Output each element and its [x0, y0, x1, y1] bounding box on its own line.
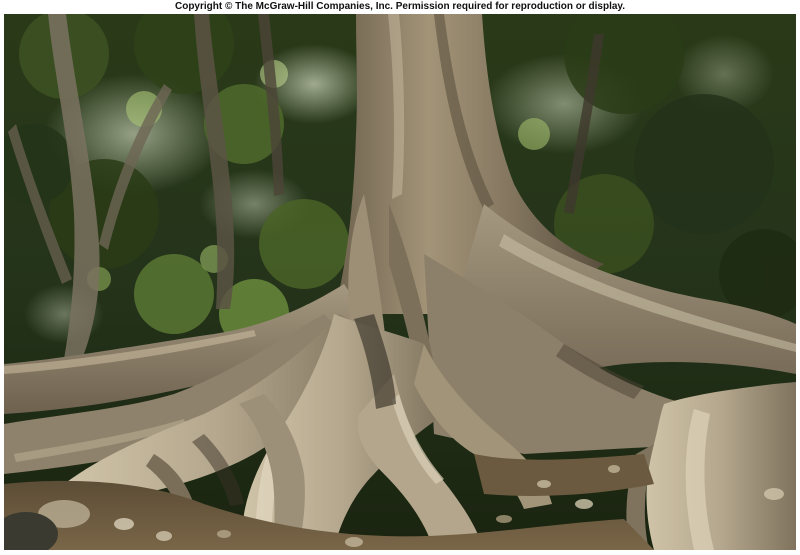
- buttress-root-tree-photo: [4, 14, 796, 550]
- photo-frame: [4, 14, 796, 550]
- copyright-notice: Copyright © The McGraw-Hill Companies, I…: [174, 1, 626, 12]
